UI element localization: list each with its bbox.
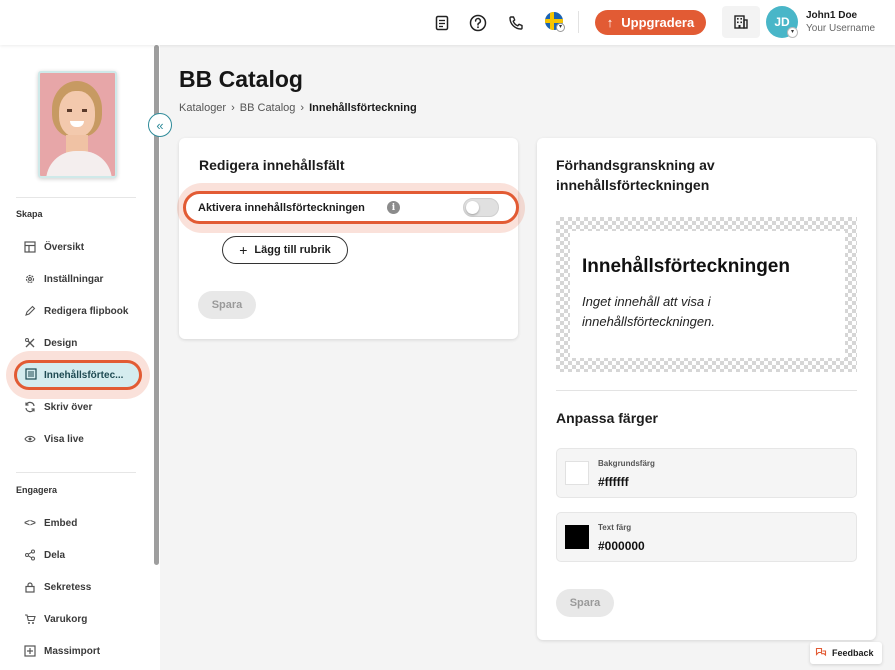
text-color-swatch[interactable] (565, 525, 589, 549)
enable-toc-toggle[interactable] (463, 198, 499, 217)
preview-heading: Förhandsgranskning av innehållsförteckni… (556, 157, 715, 193)
feedback-icon (815, 646, 827, 660)
organization-button[interactable] (722, 6, 760, 38)
section-label-engage: Engagera (16, 485, 58, 495)
sidebar-item-table-of-contents[interactable]: Innehållsförtec... (14, 360, 142, 390)
document-icon[interactable] (431, 12, 453, 34)
sidebar-item-label: Dela (44, 549, 66, 561)
breadcrumb-link[interactable]: BB Catalog (240, 102, 296, 114)
import-icon (24, 645, 36, 657)
sidebar-item-label: Inställningar (44, 273, 104, 285)
sidebar-item-view-live[interactable]: Visa live (24, 429, 84, 449)
edit-fields-heading: Redigera innehållsfält (199, 157, 345, 173)
gear-icon (24, 273, 36, 285)
upgrade-button[interactable]: ↑ Uppgradera (595, 10, 706, 35)
design-tools-icon (24, 337, 36, 349)
chevron-right-icon: › (300, 102, 305, 114)
add-heading-button[interactable]: + Lägg till rubrik (222, 236, 348, 264)
customize-colors-heading: Anpassa färger (556, 410, 658, 426)
plus-icon: + (239, 242, 248, 258)
arrow-up-icon: ↑ (606, 15, 614, 30)
divider (578, 11, 579, 33)
breadcrumb-current: Innehållsförteckning (309, 102, 417, 114)
background-color-swatch[interactable] (565, 461, 589, 485)
breadcrumb-link[interactable]: Kataloger (179, 102, 226, 114)
background-color-value[interactable]: #ffffff (598, 475, 629, 489)
page-title: BB Catalog (179, 66, 303, 92)
phone-icon[interactable] (505, 12, 527, 34)
collapse-sidebar-button[interactable]: « (148, 113, 172, 137)
section-label-create: Skapa (16, 209, 43, 219)
chevron-down-icon: ▾ (787, 27, 798, 38)
sidebar-item-privacy[interactable]: Sekretess (24, 577, 91, 597)
chevron-right-icon: › (231, 102, 235, 114)
feedback-button[interactable]: Feedback (810, 642, 882, 664)
sidebar-item-label: Visa live (44, 433, 84, 445)
sidebar-item-label: Skriv över (44, 401, 93, 413)
save-button[interactable]: Spara (198, 291, 256, 319)
building-icon (734, 15, 748, 29)
sidebar-item-settings[interactable]: Inställningar (24, 269, 103, 289)
code-icon: <> (24, 517, 36, 529)
pencil-icon (24, 305, 36, 317)
toggle-knob (466, 201, 479, 214)
divider (16, 472, 136, 473)
text-color-field[interactable]: Text färg #000000 (556, 512, 857, 562)
sidebar-item-design[interactable]: Design (24, 333, 77, 353)
share-icon (24, 549, 36, 561)
upgrade-label: Uppgradera (621, 15, 695, 30)
toc-preview-title: Innehållsförteckningen (582, 256, 790, 277)
preview-card (537, 138, 876, 640)
help-icon[interactable] (467, 12, 489, 34)
background-color-label: Bakgrundsfärg (598, 459, 655, 468)
sidebar-item-cart[interactable]: Varukorg (24, 609, 87, 629)
toc-preview-empty-text: Inget innehåll att visa i innehållsförte… (582, 294, 715, 329)
background-color-field[interactable]: Bakgrundsfärg #ffffff (556, 448, 857, 498)
sidebar-item-share[interactable]: Dela (24, 545, 65, 565)
chevron-down-icon: ▾ (556, 23, 565, 32)
divider (16, 197, 136, 198)
list-icon (25, 367, 37, 383)
sidebar-item-label: Redigera flipbook (44, 305, 129, 317)
sidebar-item-overview[interactable]: Översikt (24, 237, 84, 257)
add-heading-label: Lägg till rubrik (254, 244, 331, 256)
sidebar-item-label: Varukorg (44, 613, 88, 625)
cart-icon (24, 613, 36, 625)
info-icon[interactable]: i (387, 201, 400, 214)
flipbook-cover-thumbnail[interactable] (38, 71, 117, 178)
top-bar: ▾ ↑ Uppgradera JD ▾ John1 Doe Your Usern… (0, 0, 895, 45)
lock-icon (24, 581, 36, 593)
sidebar-item-label: Design (44, 337, 78, 349)
eye-icon (24, 433, 36, 445)
save-colors-button[interactable]: Spara (556, 589, 614, 617)
text-color-label: Text färg (598, 523, 632, 532)
sidebar-item-embed[interactable]: <> Embed (24, 513, 77, 533)
layout-icon (24, 241, 36, 253)
divider (556, 390, 857, 391)
sidebar-item-label: Översikt (44, 241, 85, 253)
sidebar-item-edit-flipbook[interactable]: Redigera flipbook (24, 301, 128, 321)
sidebar-item-overwrite[interactable]: Skriv över (24, 397, 92, 417)
sidebar-item-label: Sekretess (44, 581, 92, 593)
sidebar-item-bulk-import[interactable]: Massimport (24, 641, 100, 661)
sidebar-item-label: Innehållsförtec... (44, 369, 124, 381)
breadcrumb: Kataloger › BB Catalog › Innehållsförtec… (179, 102, 417, 114)
enable-toc-label: Aktivera innehållsförteckningen (198, 202, 365, 214)
refresh-icon (24, 401, 36, 413)
text-color-value[interactable]: #000000 (598, 539, 645, 553)
user-name[interactable]: John1 Doe (806, 10, 857, 21)
user-username: Your Username (806, 23, 876, 34)
sidebar-item-label: Embed (44, 517, 78, 529)
feedback-label: Feedback (832, 648, 874, 658)
sidebar-item-label: Massimport (44, 645, 101, 657)
